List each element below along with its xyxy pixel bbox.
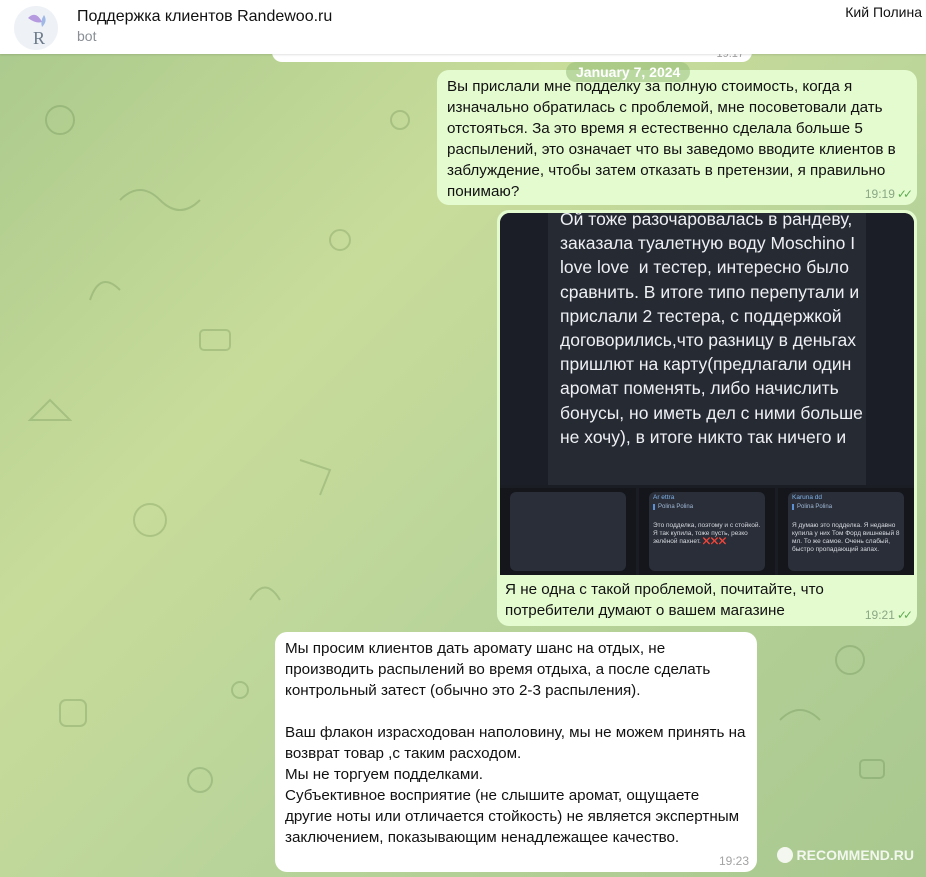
message-time: 19:23 — [718, 854, 749, 868]
message-time: 19:21 — [864, 608, 895, 622]
thumbnail-author: Ar ettra — [653, 494, 675, 501]
date-separator: January 7, 2024 — [566, 62, 691, 82]
bot-avatar[interactable]: R — [14, 6, 58, 50]
screenshot-album[interactable]: Ой тоже разочаровалась в рандеву, заказа… — [500, 213, 914, 575]
read-checkmarks-icon: ✓✓ — [896, 608, 913, 622]
thumbnail-quote: Polina Polina — [792, 504, 900, 510]
outgoing-media-message[interactable]: Ой тоже разочаровалась в рандеву, заказа… — [497, 210, 917, 626]
recommend-watermark: RECOMMEND.RU — [776, 847, 914, 863]
message-text: Мы просим клиентов дать аромату шанс на … — [285, 640, 746, 846]
read-checkmarks-icon: ✓✓ — [896, 187, 913, 201]
incoming-message[interactable]: Мы просим клиентов дать аромату шанс на … — [275, 632, 757, 872]
screenshot-thumbnail[interactable] — [500, 488, 636, 575]
thumbnail-card: Ar ettra Polina Polina Это подделка, поэ… — [649, 492, 765, 571]
review-screenshot-text: Ой тоже разочаровалась в рандеву, заказа… — [560, 213, 868, 447]
message-text: Я не одна с такой проблемой, почитайте, … — [505, 581, 829, 619]
thumbnail-card: Karuna dd Polina Polina Я думаю это подд… — [788, 492, 904, 571]
thumbnail-body: Я думаю это подделка. Я недавно купила у… — [792, 522, 900, 553]
screenshot-thumbnail[interactable]: Ar ettra Polina Polina Это подделка, поэ… — [639, 488, 775, 575]
chat-title[interactable]: Поддержка клиентов Randewoo.ru — [77, 8, 332, 26]
screenshot-thumbnails: Ar ettra Polina Polina Это подделка, поэ… — [500, 488, 914, 575]
chat-header: R Поддержка клиентов Randewoo.ru bot Кий… — [0, 0, 926, 54]
message-time-wrap: 19:19 ✓✓ — [864, 187, 913, 201]
current-user-name: Кий Полина — [845, 4, 922, 20]
outgoing-message[interactable]: Вы прислали мне подделку за полную стоим… — [437, 70, 917, 205]
review-screenshot[interactable]: Ой тоже разочаровалась в рандеву, заказа… — [500, 213, 914, 485]
message-text: Вы прислали мне подделку за полную стоим… — [447, 78, 900, 200]
message-time-wrap: 19:21 ✓✓ — [864, 608, 913, 622]
randewoo-logo-icon: R — [14, 6, 58, 50]
svg-text:R: R — [33, 28, 45, 48]
thumbnail-body: Это подделка, поэтому и с стойкой. Я так… — [653, 522, 761, 545]
recommend-logo-icon — [776, 847, 793, 863]
thumbnail-quote: Polina Polina — [653, 504, 761, 510]
message-time: 19:19 — [864, 187, 895, 201]
chat-subtitle: bot — [77, 28, 97, 44]
watermark-text: RECOMMEND.RU — [796, 847, 914, 863]
screenshot-thumbnail[interactable]: Karuna dd Polina Polina Я думаю это подд… — [778, 488, 914, 575]
thumbnail-card — [510, 492, 626, 571]
thumbnail-author: Karuna dd — [792, 494, 822, 501]
